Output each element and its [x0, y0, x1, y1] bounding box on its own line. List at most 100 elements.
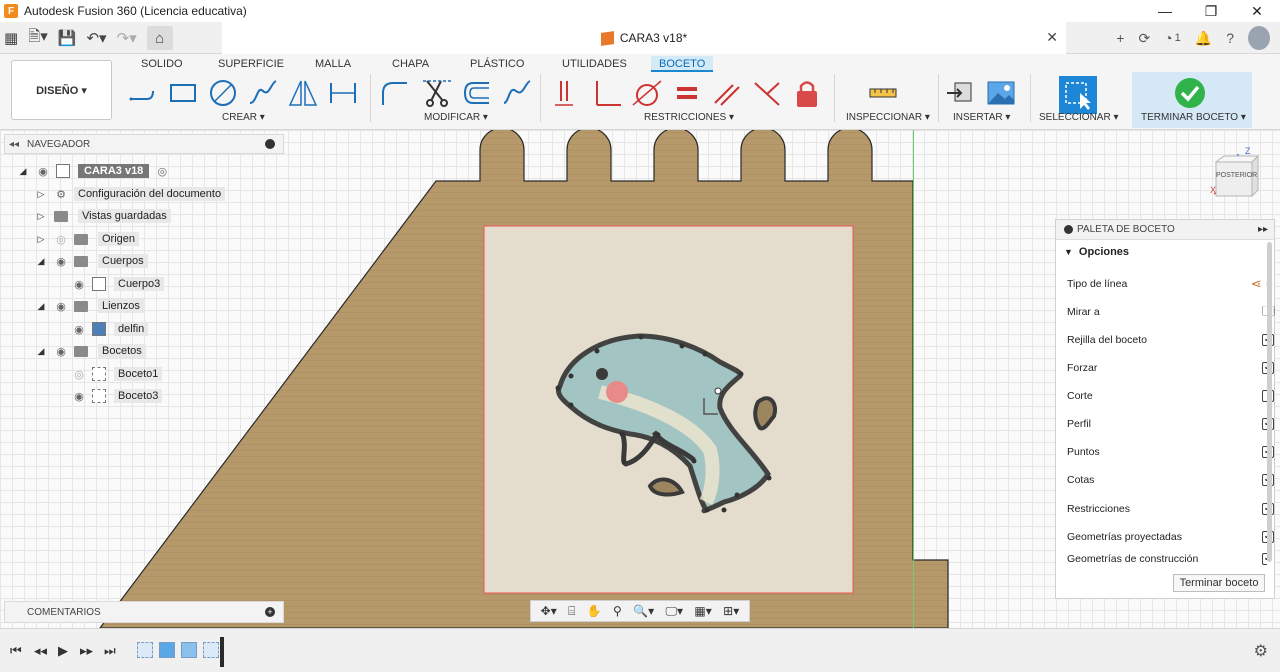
play-icon[interactable]: ▶: [58, 643, 68, 659]
group-restricciones[interactable]: RESTRICCIONES ▾: [644, 112, 734, 123]
look-at-nav-icon[interactable]: ⌸: [568, 604, 575, 619]
coincident-constraint-icon[interactable]: [550, 76, 584, 110]
close-window-button[interactable]: ✕: [1234, 0, 1280, 22]
tangent-constraint-icon[interactable]: [630, 76, 664, 110]
orbit-icon[interactable]: ✥▾: [541, 604, 557, 618]
tree-item-sketch1[interactable]: ◎ Boceto1: [72, 365, 163, 383]
collapse-triangle-icon[interactable]: ◢: [36, 301, 46, 312]
tree-item-sketches[interactable]: ◢ ◉ Bocetos: [36, 342, 146, 360]
midpoint-constraint-icon[interactable]: [750, 76, 784, 110]
visibility-eye-icon[interactable]: ◉: [36, 165, 50, 178]
timeline-settings-gear-icon[interactable]: ⚙: [1254, 641, 1268, 661]
tree-item-bodies[interactable]: ◢ ◉ Cuerpos: [36, 252, 148, 270]
fillet-tool-icon[interactable]: [378, 76, 412, 110]
save-icon[interactable]: 💾: [58, 26, 77, 50]
spline-tool-icon[interactable]: [246, 76, 280, 110]
timeline-canvas-feature-icon[interactable]: [181, 642, 197, 658]
circle-tool-icon[interactable]: [206, 76, 240, 110]
trim-scissors-icon[interactable]: [420, 76, 454, 110]
step-forward-icon[interactable]: ▸▸: [80, 643, 93, 659]
palette-scrollbar[interactable]: [1267, 242, 1272, 562]
extensions-icon[interactable]: ⟳: [1138, 26, 1150, 50]
minimize-panel-icon[interactable]: [265, 139, 275, 149]
visibility-eye-icon[interactable]: ◉: [72, 323, 86, 336]
pan-hand-icon[interactable]: ✋: [587, 604, 602, 618]
hidden-eye-icon[interactable]: ◎: [54, 233, 68, 246]
viewports-icon[interactable]: ⊞▾: [723, 604, 739, 618]
tree-item-canvases[interactable]: ◢ ◉ Lienzos: [36, 297, 144, 315]
undo-icon[interactable]: ↶▾: [86, 26, 106, 50]
group-insertar[interactable]: INSERTAR ▾: [953, 112, 1010, 123]
tab-solido[interactable]: SOLIDO: [141, 56, 183, 72]
visibility-eye-icon[interactable]: ◉: [54, 300, 68, 313]
activate-radio-icon[interactable]: ◎: [155, 165, 169, 178]
group-inspeccionar[interactable]: INSPECCIONAR ▾: [846, 112, 930, 123]
new-tab-icon[interactable]: +: [1116, 26, 1124, 50]
maximize-button[interactable]: ❐: [1188, 0, 1234, 22]
collapse-triangle-icon[interactable]: ◢: [36, 346, 46, 357]
help-icon[interactable]: ?: [1226, 26, 1234, 50]
tree-root[interactable]: ◢ ◉ CARA3 v18 ◎: [18, 162, 175, 180]
workspace-selector[interactable]: DISEÑO ▾: [11, 60, 112, 120]
expand-triangle-icon[interactable]: ▷: [36, 234, 46, 245]
visibility-eye-icon[interactable]: ◉: [54, 255, 68, 268]
insert-canvas-image-icon[interactable]: [984, 76, 1018, 110]
tab-chapa[interactable]: CHAPA: [392, 56, 429, 72]
redo-icon[interactable]: ↷▾: [117, 26, 137, 50]
go-to-end-icon[interactable]: ⏭: [104, 643, 116, 659]
finish-sketch-check-icon[interactable]: [1173, 76, 1207, 110]
tab-utilidades[interactable]: UTILIDADES: [562, 56, 627, 72]
tab-malla[interactable]: MALLA: [315, 56, 351, 72]
timeline-sketch3-feature-icon[interactable]: [203, 642, 219, 658]
step-back-icon[interactable]: ◂◂: [34, 643, 47, 659]
add-comment-icon[interactable]: +: [265, 607, 275, 617]
tab-plastico[interactable]: PLÁSTICO: [470, 56, 524, 72]
parallel-constraint-icon[interactable]: [710, 76, 744, 110]
zoom-window-icon[interactable]: ⚲: [613, 604, 622, 618]
insert-derive-icon[interactable]: [944, 76, 978, 110]
user-avatar[interactable]: [1248, 26, 1270, 50]
tree-item-origin[interactable]: ▷ ◎ Origen: [36, 230, 140, 248]
tab-superficie[interactable]: SUPERFICIE: [218, 56, 284, 72]
sketch-palette-header[interactable]: PALETA DE BOCETO ▸▸: [1056, 220, 1274, 240]
hidden-eye-icon[interactable]: ◎: [72, 368, 86, 381]
timeline-sketch-feature-icon[interactable]: [137, 642, 153, 658]
job-status-icon[interactable]: ◔ 1: [1164, 26, 1181, 50]
grid-menu-icon[interactable]: ▦: [4, 26, 18, 50]
line-tool-icon[interactable]: [126, 76, 160, 110]
fix-lock-icon[interactable]: [790, 76, 824, 110]
document-tab[interactable]: CARA3 v18* ✕: [222, 22, 1066, 54]
tab-boceto[interactable]: BOCETO: [651, 56, 714, 72]
tree-item-doc-settings[interactable]: ▷ ⚙ Configuración del documento: [36, 185, 226, 203]
rectangle-tool-icon[interactable]: [166, 76, 200, 110]
group-modificar[interactable]: MODIFICAR ▾: [424, 112, 488, 123]
minimize-button[interactable]: —: [1142, 0, 1188, 22]
collapse-triangle-icon[interactable]: ◢: [36, 256, 46, 267]
visibility-eye-icon[interactable]: ◉: [72, 278, 86, 291]
viewcube[interactable]: Z X POSTERIOR: [1210, 146, 1266, 200]
close-tab-icon[interactable]: ✕: [1046, 29, 1058, 46]
perpendicular-constraint-icon[interactable]: [590, 76, 624, 110]
options-section[interactable]: ▼ Opciones: [1056, 240, 1274, 264]
grid-settings-icon[interactable]: ▦▾: [694, 604, 711, 618]
tree-item-saved-views[interactable]: ▷ Vistas guardadas: [36, 207, 171, 225]
sketch-curve-icon[interactable]: [500, 76, 534, 110]
group-seleccionar[interactable]: SELECCIONAR ▾: [1039, 112, 1118, 123]
expand-triangle-icon[interactable]: ◢: [18, 166, 28, 177]
tree-item-sketch3[interactable]: ◉ Boceto3: [72, 387, 163, 405]
select-tool-icon[interactable]: [1059, 76, 1097, 114]
notifications-bell-icon[interactable]: 🔔: [1195, 26, 1212, 50]
tree-item-delfin[interactable]: ◉ delfin: [72, 320, 149, 338]
group-crear[interactable]: CREAR ▾: [222, 112, 265, 123]
expand-triangle-icon[interactable]: ▷: [36, 189, 46, 200]
timeline-extrude-feature-icon[interactable]: [159, 642, 175, 658]
go-to-start-icon[interactable]: ⏮: [10, 643, 22, 659]
group-terminar-boceto[interactable]: TERMINAR BOCETO ▾: [1141, 112, 1246, 123]
dimension-tool-icon[interactable]: [326, 76, 360, 110]
palette-expand-icon[interactable]: ▸▸: [1258, 224, 1268, 235]
equal-constraint-icon[interactable]: [670, 76, 704, 110]
palette-collapse-icon[interactable]: [1064, 225, 1073, 234]
expand-triangle-icon[interactable]: ▷: [36, 211, 46, 222]
measure-ruler-icon[interactable]: [866, 76, 900, 110]
offset-tool-icon[interactable]: [460, 76, 494, 110]
